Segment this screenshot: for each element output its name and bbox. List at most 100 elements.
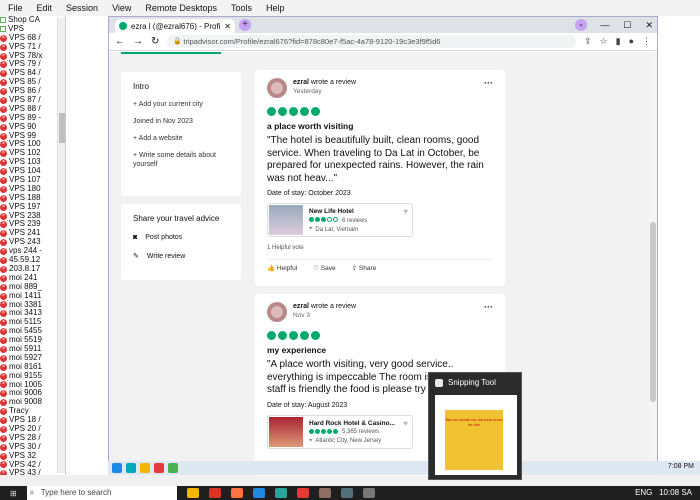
snipping-tool-icon: [435, 378, 443, 387]
app-icon[interactable]: [274, 488, 287, 498]
tree-scroll-thumb[interactable]: [59, 113, 65, 143]
profile-icon[interactable]: ●: [629, 36, 634, 47]
intro-heading: Intro: [133, 82, 150, 91]
hotel-review-count: 5,365 reviews: [342, 429, 380, 435]
menu-remote-desktops[interactable]: Remote Desktops: [145, 3, 217, 13]
disconnected-icon: ×: [0, 274, 7, 282]
hotel-card[interactable]: New Life Hotel 6 reviews ⌖ Da Lat, Vietna…: [267, 203, 413, 237]
more-menu-icon[interactable]: ⋮: [642, 36, 651, 47]
menu-edit[interactable]: Edit: [37, 3, 53, 13]
tree-item[interactable]: × VPS 43 /: [0, 469, 65, 475]
search-icon: ⌕: [29, 488, 35, 497]
camera-icon: ◙: [133, 234, 138, 241]
folder-icon: [0, 17, 6, 24]
disconnected-icon: ×: [0, 408, 7, 416]
app-menubar: File Edit Session View Remote Desktops T…: [0, 0, 700, 16]
chrome-icon[interactable]: [296, 488, 309, 498]
disconnected-icon: ×: [0, 390, 7, 398]
chrome-window: ezra l (@ezral676) - Profile - Trip ✕ + …: [108, 16, 658, 476]
windows-start-icon[interactable]: ⊞: [10, 489, 17, 498]
hotel-name: New Life Hotel: [309, 208, 354, 215]
disconnected-icon: ×: [0, 239, 7, 247]
tree-scrollbar[interactable]: [57, 18, 65, 473]
share-button[interactable]: ⇪ Share: [352, 264, 377, 272]
disconnected-icon: ×: [0, 132, 7, 140]
remote-desktop-icon[interactable]: [340, 488, 353, 498]
reload-icon[interactable]: ↻: [151, 36, 159, 47]
snipping-tool-preview[interactable]: Snipping Tool Bận rộn cả tuần học mà chư…: [428, 372, 522, 480]
back-arrow-icon[interactable]: ←: [115, 36, 125, 47]
file-explorer-icon[interactable]: [186, 488, 199, 498]
save-button[interactable]: ♡ Save: [313, 264, 335, 272]
new-tab-button[interactable]: +: [239, 19, 251, 31]
page-scrollbar[interactable]: [649, 52, 657, 476]
write-review-label: Write review: [146, 252, 186, 260]
tree-item-label: VPS 43 /: [9, 468, 41, 475]
sidebar-icon[interactable]: ▮: [616, 36, 621, 47]
menu-session[interactable]: Session: [66, 3, 98, 13]
avatar[interactable]: [267, 302, 287, 322]
minimize-icon[interactable]: —: [600, 17, 609, 33]
folder-icon: [0, 26, 6, 33]
snip-thumbnail[interactable]: Bận rộn cả tuần học mà chưa có nơi ăn ch…: [435, 395, 517, 475]
edge-icon[interactable]: [126, 463, 136, 473]
remote-taskbar: 7:08 PM: [108, 461, 700, 475]
tab-close-icon[interactable]: ✕: [224, 22, 235, 31]
add-city-link[interactable]: + Add your current city: [133, 100, 229, 109]
disconnected-icon: ×: [0, 168, 7, 176]
avatar[interactable]: [267, 78, 287, 98]
chrome-active-icon[interactable]: [168, 463, 178, 473]
taskbar-search-input[interactable]: ⌕ Type here to search: [26, 486, 177, 500]
bookmark-star-icon[interactable]: ☆: [600, 36, 608, 47]
disconnected-icon: ×: [0, 230, 7, 238]
menu-help[interactable]: Help: [266, 3, 285, 13]
taskbar-clock[interactable]: 10:08 SA: [659, 488, 692, 497]
forward-arrow-icon[interactable]: →: [133, 36, 143, 47]
disconnected-icon: ×: [0, 248, 7, 256]
close-icon[interactable]: ✕: [645, 17, 653, 33]
disconnected-icon: ×: [0, 265, 7, 273]
post-photos-button[interactable]: ◙ Post photos: [133, 234, 229, 241]
windows-taskbar: ⊞ ⌕ Type here to search ENG 10:08 SA: [0, 486, 700, 500]
review-author[interactable]: ezral: [293, 303, 309, 310]
app-icon[interactable]: [208, 488, 221, 498]
tab-search-chevron-icon[interactable]: ⌄: [575, 19, 587, 31]
snipping-tool-taskbar-icon[interactable]: [362, 488, 375, 498]
firefox-icon[interactable]: [230, 488, 243, 498]
review-author[interactable]: ezral: [293, 79, 309, 86]
share-icon[interactable]: ⇪: [584, 36, 592, 47]
disconnected-icon: ×: [0, 345, 7, 353]
app-icon[interactable]: [318, 488, 331, 498]
more-options-icon[interactable]: ···: [484, 302, 493, 312]
maximize-icon[interactable]: ☐: [623, 17, 631, 33]
hotel-rating-bubbles: [309, 428, 339, 436]
heart-icon[interactable]: ♥: [403, 207, 408, 216]
disconnected-icon: ×: [0, 417, 7, 425]
review-title[interactable]: my experience: [267, 345, 493, 355]
add-website-link[interactable]: + Add a website: [133, 134, 229, 143]
disconnected-icon: ×: [0, 123, 7, 131]
add-details-link[interactable]: + Write some details about yourself: [133, 151, 229, 169]
tab-title: ezra l (@ezral676) - Profile - Trip: [131, 21, 221, 31]
write-review-button[interactable]: ✎ Write review: [133, 252, 229, 261]
disconnected-icon: ×: [0, 452, 7, 460]
disconnected-icon: ×: [0, 34, 7, 42]
review-action: wrote a review: [310, 303, 357, 310]
disconnected-icon: ×: [0, 470, 7, 475]
menu-tools[interactable]: Tools: [231, 3, 252, 13]
menu-file[interactable]: File: [8, 3, 23, 13]
menu-view[interactable]: View: [112, 3, 131, 13]
helpful-button[interactable]: 👍 Helpful: [267, 264, 297, 272]
app-icon[interactable]: [252, 488, 265, 498]
chrome-icon[interactable]: [154, 463, 164, 473]
address-bar[interactable]: 🔒 tripadvisor.com/Profile/ezral676?fid=8…: [167, 35, 576, 48]
browser-tab[interactable]: ezra l (@ezral676) - Profile - Trip ✕: [115, 19, 235, 33]
language-indicator[interactable]: ENG: [635, 488, 652, 497]
review-title[interactable]: a place worth visiting: [267, 121, 493, 131]
more-options-icon[interactable]: ···: [484, 78, 493, 88]
hotel-card[interactable]: Hard Rock Hotel & Casino... 5,365 review…: [267, 414, 413, 449]
start-icon[interactable]: [112, 463, 122, 473]
explorer-icon[interactable]: [140, 463, 150, 473]
page-scroll-thumb[interactable]: [650, 222, 656, 402]
heart-icon[interactable]: ♥: [403, 419, 408, 428]
